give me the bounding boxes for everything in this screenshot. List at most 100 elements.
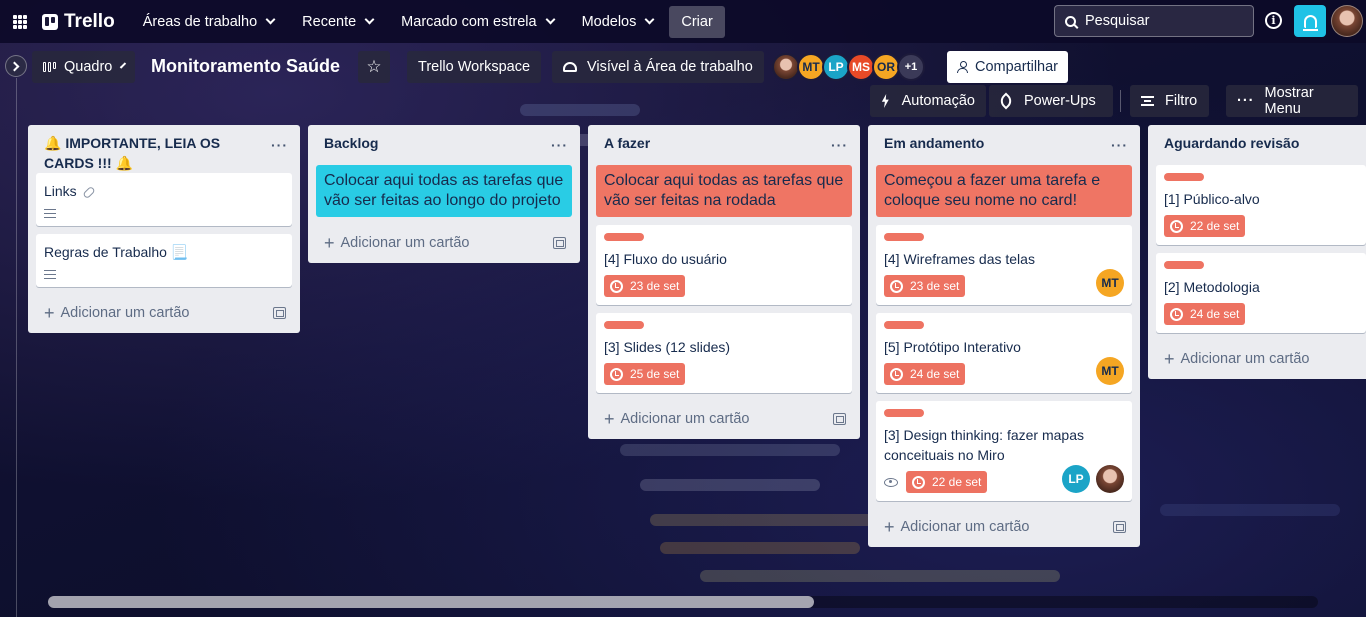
board-view-switcher[interactable]: Quadro [32,51,135,83]
card[interactable]: [4] Fluxo do usuário 23 de set [596,225,852,305]
list-title[interactable]: A fazer ··· [588,125,860,165]
visibility-label: Visível à Área de trabalho [587,59,753,75]
search-input[interactable]: Pesquisar [1054,5,1254,37]
due-date-text: 22 de set [1190,219,1240,233]
menu-recent[interactable]: Recente [292,6,383,38]
due-date-badge[interactable]: 25 de set [604,363,686,385]
powerups-button[interactable]: Power-Ups [989,85,1113,117]
trello-logo[interactable]: Trello [42,11,115,33]
add-card-button[interactable]: + Adicionar um cartão [868,509,1140,545]
logo-text: Trello [64,10,115,32]
add-card-button[interactable]: + Adicionar um cartão [308,225,580,261]
list-title[interactable]: Aguardando revisão [1148,125,1366,165]
account-avatar[interactable] [1331,5,1363,37]
clock-icon [890,367,903,381]
list-title-text: Aguardando revisão [1164,135,1300,151]
list-important[interactable]: 🔔 IMPORTANTE, LEIA OS CARDS !!! 🔔 ··· Li… [28,125,300,333]
clock-icon [610,367,623,381]
card-member-avatar[interactable]: LP [1062,465,1090,493]
card-label [884,409,924,417]
notifications-button[interactable] [1294,5,1326,37]
list-title-text: A fazer [604,135,651,151]
card-title: [4] Fluxo do usuário [604,251,727,267]
card[interactable]: [5] Protótipo Interativo 24 de set MT [876,313,1132,393]
card-template-icon[interactable] [833,413,846,425]
due-date-badge[interactable]: 23 de set [884,275,966,297]
due-date-text: 22 de set [932,475,982,489]
due-date-badge[interactable]: 22 de set [1164,215,1246,237]
list-todo[interactable]: A fazer ··· Colocar aqui todas as tarefa… [588,125,860,439]
card[interactable]: Regras de Trabalho 📃 [36,234,292,287]
info-icon[interactable]: i [1265,12,1282,29]
add-card-button[interactable]: + Adicionar um cartão [588,401,860,437]
card-title: Links [44,183,77,199]
list-menu-icon[interactable]: ··· [831,135,848,155]
list-title[interactable]: Backlog ··· [308,125,580,165]
due-date-badge[interactable]: 24 de set [1164,303,1246,325]
card-template-icon[interactable] [1113,521,1126,533]
add-card-label: Adicionar um cartão [340,235,470,251]
card-member-avatar[interactable] [1096,465,1124,493]
add-person-icon [957,61,969,73]
list-backlog[interactable]: Backlog ··· Colocar aqui todas as tarefa… [308,125,580,263]
list-in-progress[interactable]: Em andamento ··· Começou a fazer uma tar… [868,125,1140,547]
list-awaiting-review[interactable]: Aguardando revisão [1] Público-alvo 22 d… [1148,125,1366,379]
card-title: [3] Slides (12 slides) [604,339,731,355]
due-date-badge[interactable]: 24 de set [884,363,966,385]
cover-card[interactable]: Colocar aqui todas as tarefas que vão se… [316,165,572,217]
star-board-button[interactable]: ☆ [358,51,390,83]
cover-card[interactable]: Começou a fazer uma tarefa e coloque seu… [876,165,1132,217]
due-date-text: 23 de set [910,279,960,293]
list-title[interactable]: 🔔 IMPORTANTE, LEIA OS CARDS !!! 🔔 ··· [28,125,300,173]
add-card-button[interactable]: + Adicionar um cartão [1148,341,1366,377]
workspace-visibility-icon [563,62,577,72]
workspace-button[interactable]: Trello Workspace [407,51,542,83]
due-date-badge[interactable]: 22 de set [906,471,988,493]
card-template-icon[interactable] [273,307,286,319]
menu-workspaces[interactable]: Áreas de trabalho [133,6,284,38]
plus-icon: + [1164,348,1175,369]
member-avatar[interactable]: LP [822,53,850,81]
list-menu-icon[interactable]: ··· [271,135,288,155]
bell-icon [1302,14,1318,31]
rocket-icon [997,92,1015,110]
member-avatar[interactable]: MS [847,53,875,81]
menu-starred-label: Marcado com estrela [401,13,537,30]
board-title[interactable]: Monitoramento Saúde [151,56,340,77]
member-avatar[interactable]: OR [872,53,900,81]
create-button[interactable]: Criar [669,5,725,38]
card[interactable]: [4] Wireframes das telas 23 de set MT [876,225,1132,305]
list-title[interactable]: Em andamento ··· [868,125,1140,165]
card-label [1164,173,1204,181]
card-member-avatar[interactable]: MT [1096,357,1124,385]
sidebar-expand-button[interactable] [5,55,27,77]
due-date-badge[interactable]: 23 de set [604,275,686,297]
add-card-button[interactable]: + Adicionar um cartão [28,295,300,331]
card[interactable]: [3] Design thinking: fazer mapas conceit… [876,401,1132,501]
menu-templates[interactable]: Modelos [572,6,664,38]
automation-label: Automação [901,93,975,109]
list-menu-icon[interactable]: ··· [1111,135,1128,155]
card[interactable]: [2] Metodologia 24 de set [1156,253,1366,333]
app-switcher-icon[interactable] [13,14,27,29]
card[interactable]: [3] Slides (12 slides) 25 de set [596,313,852,393]
cover-card[interactable]: Colocar aqui todas as tarefas que vão se… [596,165,852,217]
add-card-label: Adicionar um cartão [900,519,1030,535]
card-member-avatar[interactable]: MT [1096,269,1124,297]
list-menu-icon[interactable]: ··· [551,135,568,155]
filter-label: Filtro [1165,93,1198,109]
show-menu-button[interactable]: ··· Mostrar Menu [1226,85,1358,117]
automation-button[interactable]: Automação [870,85,986,117]
filter-button[interactable]: Filtro [1130,85,1209,117]
card[interactable]: Links [36,173,292,226]
menu-starred[interactable]: Marcado com estrela [391,6,563,38]
card[interactable]: [1] Público-alvo 22 de set [1156,165,1366,245]
plus-icon: + [44,302,55,323]
member-avatar[interactable] [772,53,800,81]
board-scrollbar-thumb[interactable] [48,596,814,608]
card-template-icon[interactable] [553,237,566,249]
more-members-button[interactable]: +1 [897,53,925,81]
share-button[interactable]: Compartilhar [947,51,1068,83]
visibility-button[interactable]: Visível à Área de trabalho [552,51,764,83]
member-avatar[interactable]: MT [797,53,825,81]
